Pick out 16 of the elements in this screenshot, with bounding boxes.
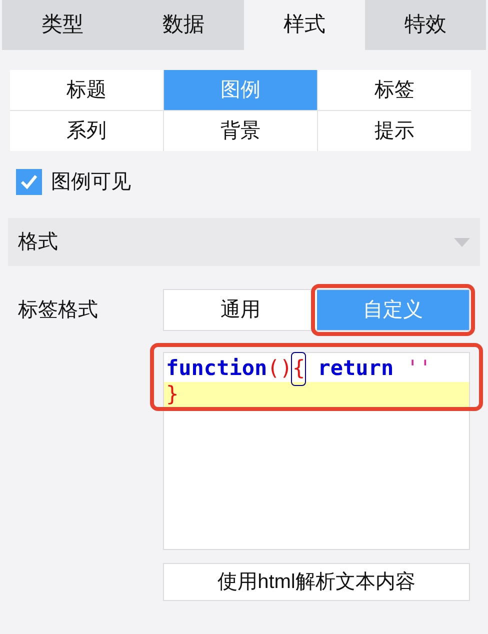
code-editor[interactable]: function(){ return '' } bbox=[163, 352, 470, 550]
sub-tab[interactable]: 标题 bbox=[10, 70, 163, 110]
caret-icon bbox=[454, 238, 470, 246]
sub-tab[interactable]: 标签 bbox=[318, 70, 471, 110]
check-icon bbox=[20, 174, 38, 190]
section-header[interactable]: 格式 bbox=[8, 218, 480, 266]
field-label: 标签格式 bbox=[18, 298, 99, 323]
tab[interactable]: 数据 bbox=[123, 0, 244, 50]
html-parse-button[interactable]: 使用html解析文本内容 bbox=[163, 563, 470, 601]
checkbox-label: 图例可见 bbox=[51, 170, 131, 195]
sub-tab[interactable]: 背景 bbox=[164, 111, 317, 151]
sub-tab[interactable]: 提示 bbox=[318, 111, 471, 151]
tab[interactable]: 特效 bbox=[365, 0, 486, 50]
tab[interactable]: 类型 bbox=[2, 0, 123, 50]
sub-tab[interactable]: 系列 bbox=[10, 111, 163, 151]
checkbox[interactable] bbox=[16, 169, 42, 195]
